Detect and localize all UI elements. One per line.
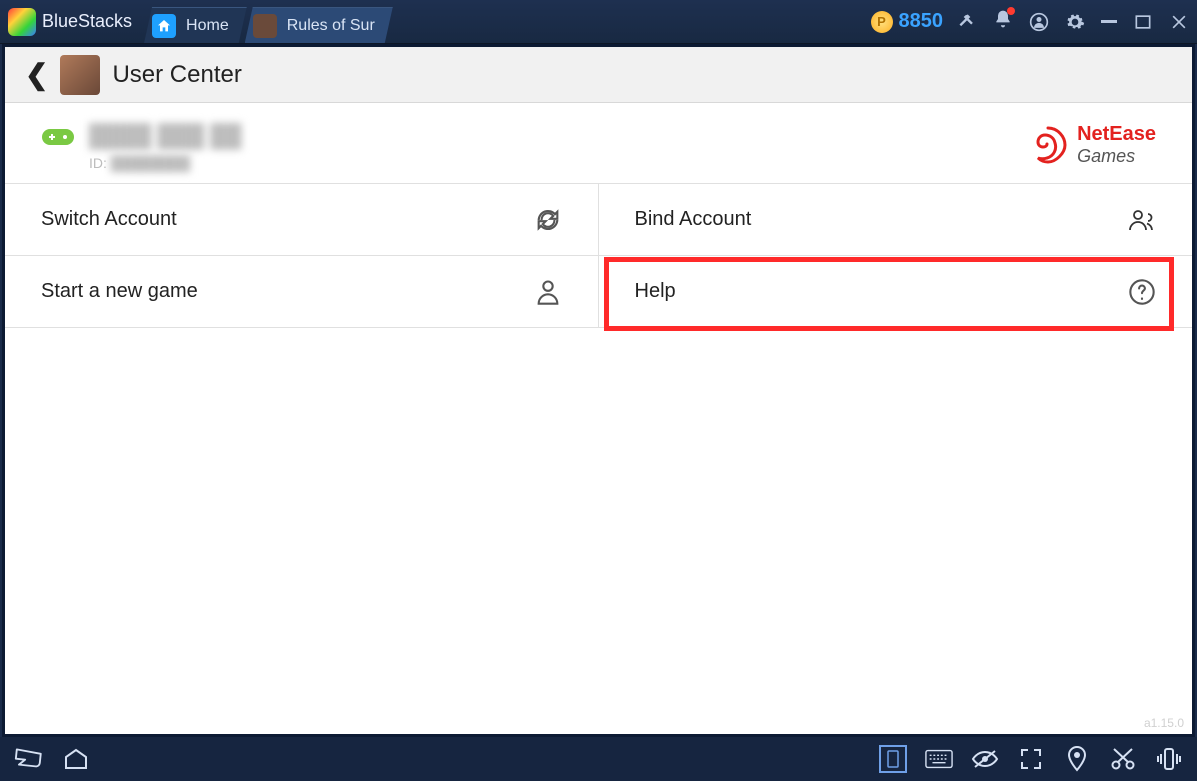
person-icon xyxy=(534,278,562,306)
refresh-icon xyxy=(534,206,562,234)
netease-brand: NetEase Games xyxy=(1027,123,1156,167)
android-navbar xyxy=(0,737,1197,781)
coin-value: 8850 xyxy=(899,10,944,33)
version-text: a1.15.0 xyxy=(1144,716,1184,730)
tab-game[interactable]: Rules of Sur xyxy=(245,7,393,43)
gear-icon[interactable] xyxy=(1065,12,1085,32)
help-icon xyxy=(1128,278,1156,306)
scissors-button[interactable] xyxy=(1109,745,1137,773)
back-nav-button[interactable] xyxy=(14,745,42,773)
tab-home[interactable]: Home xyxy=(144,7,247,43)
netease-text1: NetEase xyxy=(1077,123,1156,146)
option-help[interactable]: Help xyxy=(599,256,1193,328)
user-display-name: ████ ███ ██ xyxy=(89,123,1027,149)
option-label: Start a new game xyxy=(41,280,534,303)
game-thumbnail xyxy=(60,55,100,95)
visibility-off-button[interactable] xyxy=(971,745,999,773)
option-label: Help xyxy=(635,280,1129,303)
home-nav-button[interactable] xyxy=(62,745,90,773)
option-label: Bind Account xyxy=(635,208,1129,231)
home-icon xyxy=(152,14,176,38)
page-header: ❮ User Center xyxy=(5,47,1192,103)
window-tabs: Home Rules of Sur xyxy=(144,0,391,43)
option-label: Switch Account xyxy=(41,208,534,231)
game-tab-icon xyxy=(253,14,277,38)
fullscreen-button[interactable] xyxy=(1017,745,1045,773)
options-grid: Switch Account Bind Account Start a new … xyxy=(5,184,1192,328)
titlebar-actions xyxy=(957,9,1189,34)
controller-icon xyxy=(41,125,75,149)
option-bind-account[interactable]: Bind Account xyxy=(599,184,1193,256)
tab-label: Rules of Sur xyxy=(287,17,375,35)
app-viewport: ❮ User Center ████ ███ ██ ID: ████████ N… xyxy=(2,44,1195,737)
users-icon xyxy=(1128,206,1156,234)
input-toggle-button[interactable] xyxy=(879,745,907,773)
netease-text2: Games xyxy=(1077,146,1156,167)
bell-icon[interactable] xyxy=(993,9,1013,34)
hammer-icon[interactable] xyxy=(957,12,977,32)
page-title: User Center xyxy=(112,61,241,89)
bluestacks-logo xyxy=(8,8,36,36)
close-button[interactable] xyxy=(1169,12,1189,32)
user-info-block: ████ ███ ██ ID: ████████ NetEase Games xyxy=(5,103,1192,184)
tab-label: Home xyxy=(186,17,229,35)
profile-icon[interactable] xyxy=(1029,12,1049,32)
option-new-game[interactable]: Start a new game xyxy=(5,256,599,328)
window-titlebar: BlueStacks Home Rules of Sur P 8850 xyxy=(0,0,1197,44)
coin-balance[interactable]: P 8850 xyxy=(871,10,944,33)
user-id-row: ID: ████████ xyxy=(89,155,1027,171)
minimize-button[interactable] xyxy=(1101,20,1117,23)
brand-name: BlueStacks xyxy=(42,11,132,32)
coin-icon: P xyxy=(871,11,893,33)
back-button[interactable]: ❮ xyxy=(25,58,48,91)
location-button[interactable] xyxy=(1063,745,1091,773)
option-switch-account[interactable]: Switch Account xyxy=(5,184,599,256)
maximize-button[interactable] xyxy=(1133,12,1153,32)
keyboard-button[interactable] xyxy=(925,745,953,773)
shake-button[interactable] xyxy=(1155,745,1183,773)
netease-logo-icon xyxy=(1027,124,1069,166)
